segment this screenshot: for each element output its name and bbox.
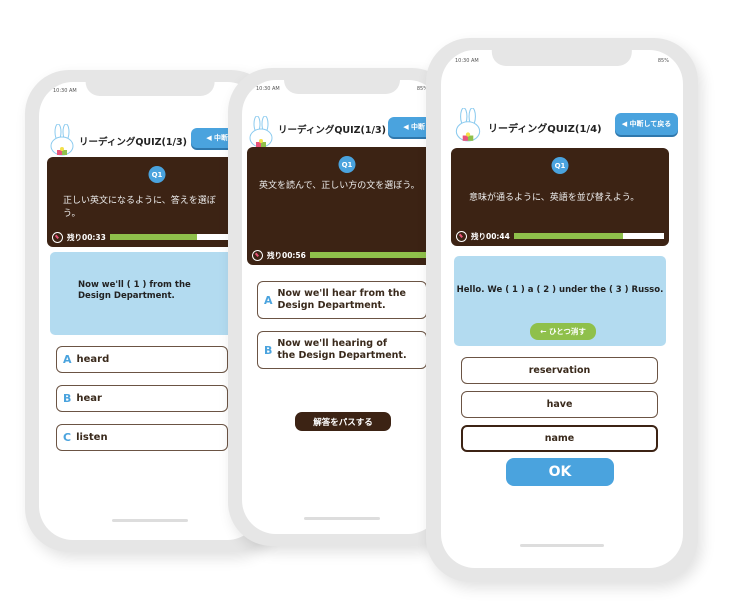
option-b[interactable]: Bhear [56,385,228,412]
home-indicator [520,544,604,547]
option-text: Now we'll hearing of the Design Departme… [277,338,407,361]
option-a[interactable]: A Now we'll hear from the Design Departme… [257,281,427,319]
notch [85,82,215,96]
question-badge: Q1 [338,156,356,173]
timer-text: 残り00:44 [471,231,510,241]
pass-button[interactable]: 解答をパスする [295,412,391,431]
option-letter: B [264,343,273,357]
sentence-text: Hello. We ( 1 ) a ( 2 ) under the ( 3 ) … [456,285,664,295]
sentence-panel: Hello. We ( 1 ) a ( 2 ) under the ( 3 ) … [454,256,666,346]
quiz-title: リーディングQUIZ(1/3) [79,137,187,148]
screen: 10:30 AM 85% リーディングQUIZ(1/3) ◀ 中断して戻る Q1… [242,80,442,534]
question-panel: Q1 意味が通るように、英語を並び替えよう。 残り00:44 [451,148,669,246]
question-badge: Q1 [148,166,166,183]
option-b[interactable]: B Now we'll hearing of the Design Departm… [257,331,427,369]
timer-icon [252,249,263,261]
option-a[interactable]: Aheard [56,346,228,373]
time-progress-bar [309,252,442,258]
quiz-title: リーディングQUIZ(1/3) [278,125,386,136]
status-time: 10:30 AM [455,58,479,64]
option-text: hear [76,393,102,404]
notch [284,80,400,94]
status-time: 10:30 AM [256,86,280,92]
word-option-have[interactable]: have [461,391,658,418]
undo-button[interactable]: ← ひとつ消す [530,323,596,340]
question-panel: Q1 英文を読んで、正しい方の文を選ぼう。 残り00:56 [247,147,442,265]
option-letter: A [63,353,72,366]
rabbit-mascot-icon [50,124,74,156]
status-time: 10:30 AM [53,88,77,94]
timer-text: 残り00:56 [267,250,306,260]
status-battery: 85% [657,58,669,64]
phone-mockup-2: 10:30 AM 85% リーディングQUIZ(1/3) ◀ 中断して戻る Q1… [228,68,456,546]
timer-icon [52,231,63,243]
timer: 残り00:44 [456,230,664,242]
notch [491,50,633,66]
question-instruction: 正しい英文になるように、答えを選ぼう。 [63,196,216,219]
home-indicator [304,517,380,520]
ok-button[interactable]: OK [506,458,614,486]
option-text: Now we'll hear from the Design Departmen… [277,288,406,311]
timer: 残り00:56 [252,249,442,261]
option-letter: C [63,431,72,444]
option-text: listen [76,432,108,443]
question-instruction: 英文を読んで、正しい方の文を選ぼう。 [259,181,420,191]
quiz-title: リーディングQUIZ(1/4) [488,124,602,135]
home-indicator [112,519,188,522]
word-option-name[interactable]: name [461,425,658,452]
rabbit-mascot-icon [455,108,481,142]
timer-icon [456,230,467,242]
phone-mockup-3: 10:30 AM 85% リーディングQUIZ(1/4) ◀ 中断して戻る Q1… [426,38,698,582]
question-badge: Q1 [551,157,569,174]
time-progress-bar [513,233,664,239]
back-button[interactable]: ◀ 中断して戻る [615,113,678,135]
option-letter: B [63,392,72,405]
option-text: heard [76,354,110,365]
sentence-text: Now we'll ( 1 ) from the Design Departme… [78,280,191,301]
word-option-reservation[interactable]: reservation [461,357,658,384]
question-instruction: 意味が通るように、英語を並び替えよう。 [469,193,640,203]
screen: 10:30 AM 85% リーディングQUIZ(1/4) ◀ 中断して戻る Q1… [441,50,683,568]
option-letter: A [264,293,273,307]
option-c[interactable]: Clisten [56,424,228,451]
rabbit-mascot-icon [249,116,273,148]
timer-text: 残り00:33 [67,232,106,242]
